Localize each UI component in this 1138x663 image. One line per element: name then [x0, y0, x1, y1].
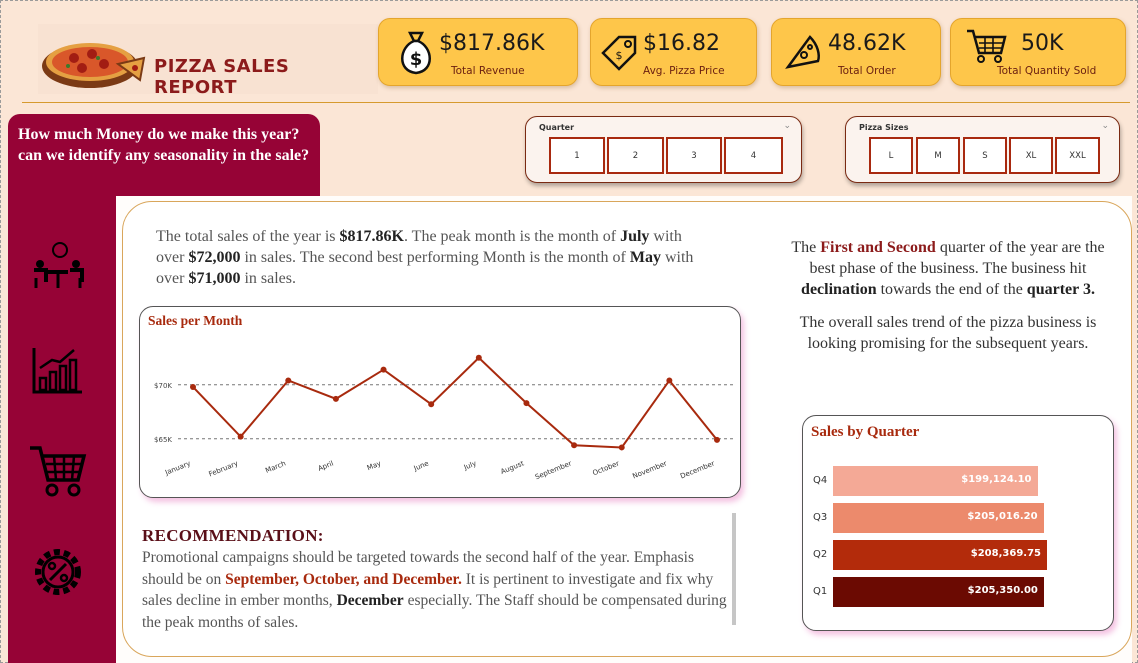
- kpi-avg-pizza-price[interactable]: $ $16.82 Avg. Pizza Price: [590, 18, 757, 86]
- x-tick-label: December: [679, 459, 716, 480]
- x-tick-label: October: [592, 459, 621, 477]
- size-option-m[interactable]: M: [916, 137, 960, 174]
- bar-value-label: $208,369.75: [970, 548, 1041, 559]
- money-bag-icon: $: [401, 31, 431, 75]
- chevron-down-icon[interactable]: ⌄: [783, 121, 791, 131]
- quarter-bar[interactable]: $205,350.00: [833, 577, 1044, 607]
- quarter-analysis: The First and Second quarter of the year…: [791, 239, 1105, 352]
- x-tick-label: November: [631, 459, 668, 480]
- bar-value-label: $205,350.00: [967, 585, 1038, 596]
- quarter-option-1[interactable]: 1: [549, 137, 605, 174]
- size-option-s[interactable]: S: [963, 137, 1007, 174]
- x-tick-label: January: [163, 459, 192, 477]
- data-point[interactable]: [523, 400, 530, 407]
- question-banner: How much Money do we make this year? can…: [8, 114, 320, 196]
- y-tick-label: $70K: [154, 382, 172, 390]
- price-tag-icon: $: [601, 35, 637, 71]
- quarter-option-3[interactable]: 3: [666, 137, 722, 174]
- data-point[interactable]: [714, 436, 720, 443]
- report-title: PIZZA SALES REPORT: [154, 56, 290, 98]
- data-point[interactable]: [666, 377, 673, 384]
- quarter-option-4[interactable]: 4: [724, 137, 783, 174]
- pizza-logo-icon: [42, 43, 146, 88]
- data-point[interactable]: [475, 354, 482, 361]
- data-point[interactable]: [190, 383, 196, 390]
- x-tick-label: June: [412, 459, 430, 473]
- kpi-total-order[interactable]: 48.62K Total Order: [771, 18, 941, 86]
- line-chart-svg: $65K $70K January February March April May June…: [154, 354, 735, 481]
- quarter-bar[interactable]: $208,369.75: [833, 540, 1047, 570]
- meeting-icon[interactable]: [28, 240, 88, 300]
- quarter-slicer[interactable]: Quarter ⌄ 1 2 3 4: [525, 116, 802, 183]
- pizza-sizes-slicer[interactable]: Pizza Sizes ⌄ L M S XL XXL: [845, 116, 1120, 183]
- bar-value-label: $199,124.10: [961, 474, 1032, 485]
- chart-title: Sales by Quarter: [811, 424, 920, 440]
- quarter-label: Q3: [813, 512, 828, 523]
- x-tick-label: March: [264, 459, 287, 474]
- data-point[interactable]: [285, 377, 292, 384]
- kpi-total-revenue[interactable]: $ $817.86K Total Revenue: [378, 18, 578, 86]
- sales-by-quarter-chart[interactable]: Sales by Quarter Q4 $199,124.10 Q3 $205,016…: [802, 415, 1114, 631]
- sales-line: [192, 356, 718, 449]
- size-option-xl[interactable]: XL: [1009, 137, 1053, 174]
- x-tick-label: May: [366, 459, 382, 472]
- chevron-down-icon[interactable]: ⌄: [1101, 121, 1109, 131]
- size-option-l[interactable]: L: [869, 137, 913, 174]
- x-tick-label: August: [499, 459, 525, 476]
- y-tick-label: $65K: [154, 436, 172, 444]
- growth-chart-icon[interactable]: [28, 342, 88, 402]
- data-point[interactable]: [571, 442, 578, 449]
- x-tick-label: September: [534, 459, 573, 481]
- x-tick-label: April: [317, 459, 335, 472]
- data-point[interactable]: [380, 366, 387, 373]
- quarter-bar[interactable]: $205,016.20: [833, 503, 1044, 533]
- recommendation-text: Promotional campaigns should be targeted…: [142, 549, 727, 631]
- quarter-bar[interactable]: $199,124.10: [833, 466, 1038, 496]
- sales-summary: The total sales of the year is $817.86K.…: [156, 228, 694, 287]
- header-divider: [22, 102, 1130, 103]
- data-point[interactable]: [428, 401, 435, 408]
- size-option-xxl[interactable]: XXL: [1055, 137, 1100, 174]
- data-point[interactable]: [332, 395, 339, 402]
- quarter-label: Q1: [813, 586, 828, 597]
- data-point[interactable]: [237, 433, 244, 440]
- quarter-label: Q2: [813, 549, 828, 560]
- x-tick-label: February: [208, 459, 240, 478]
- scrollbar[interactable]: [732, 513, 736, 625]
- sidebar: [8, 190, 116, 663]
- quarter-label: Q4: [813, 475, 828, 486]
- data-point[interactable]: [618, 444, 625, 451]
- quarter-option-2[interactable]: 2: [607, 137, 664, 174]
- discount-gear-icon[interactable]: [28, 542, 88, 602]
- x-tick-label: July: [462, 459, 478, 472]
- sales-per-month-chart[interactable]: Sales per Month $65K $70K January February M…: [139, 306, 741, 498]
- recommendation-title: RECOMMENDATION:: [142, 526, 324, 545]
- svg-text:$: $: [616, 49, 623, 62]
- report-header: PIZZA SALES REPORT: [38, 24, 378, 98]
- kpi-total-quantity-sold[interactable]: 50K Total Quantity Sold: [950, 18, 1126, 86]
- svg-text:$: $: [410, 49, 423, 70]
- pizza-slice-icon: [785, 35, 820, 69]
- bar-value-label: $205,016.20: [967, 511, 1038, 522]
- shopping-cart-icon[interactable]: [28, 440, 88, 500]
